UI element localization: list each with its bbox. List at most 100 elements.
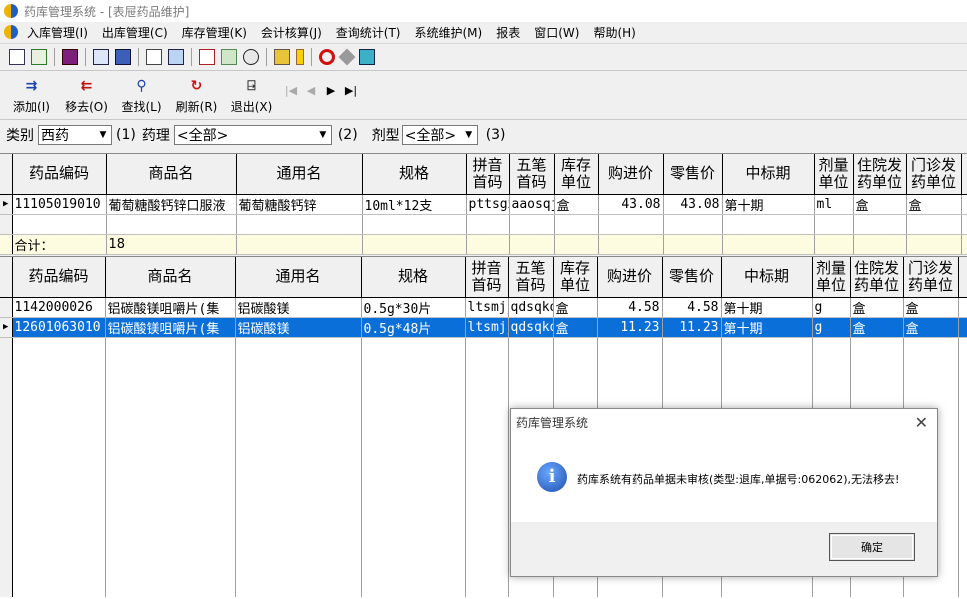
cell-dose-unit[interactable]: ml	[814, 194, 854, 215]
cell-outpatient-unit[interactable]: 盒	[906, 194, 962, 215]
cell-inpatient-unit[interactable]: 盒	[853, 194, 907, 215]
col-header-spec[interactable]: 规格	[361, 257, 466, 298]
cell-pinyin[interactable]: ltsmjjp	[465, 317, 509, 338]
check-doc-icon[interactable]	[31, 49, 47, 65]
cell-retail-price[interactable]: 4.58	[662, 297, 722, 318]
nav-first-icon[interactable]: |◀	[281, 84, 301, 97]
table-row-selected[interactable]: ▶ 12601063010 铝碳酸镁咀嚼片(集 铝碳酸镁 0.5g*48片 lt…	[0, 317, 967, 338]
col-header-pinyin[interactable]: 拼音首码	[465, 257, 509, 298]
cell-spec[interactable]: 0.5g*48片	[361, 317, 466, 338]
cell-generic[interactable]: 铝碳酸镁	[235, 297, 362, 318]
col-header-pinyin[interactable]: 拼音首码	[466, 154, 510, 195]
cell-pinyin[interactable]: pttsgxkfy	[466, 194, 510, 215]
cell-spec[interactable]: 0.5g*30片	[361, 297, 466, 318]
top-drug-grid[interactable]: 药品编码 商品名 通用名 规格 拼音首码 五笔首码 库存单位 购进价 零售价 中…	[0, 153, 967, 255]
col-header-stock-unit[interactable]: 库存单位	[553, 257, 598, 298]
col-header-outpatient-unit[interactable]: 门诊发药单位	[903, 257, 959, 298]
menu-inventory[interactable]: 库存管理(K)	[175, 24, 254, 41]
cell-wubi[interactable]: aaosqjs	[509, 194, 555, 215]
search-button[interactable]: ⚲ 查找(L)	[114, 74, 169, 115]
cell-code[interactable]: 12601063010	[12, 317, 106, 338]
book-icon[interactable]	[62, 49, 78, 65]
ok-button[interactable]: 确定	[829, 533, 915, 561]
menu-stock-out[interactable]: 出库管理(C)	[95, 24, 175, 41]
col-header-trade-name[interactable]: 商品名	[105, 257, 236, 298]
cell-spec[interactable]: 10ml*12支	[362, 194, 467, 215]
menu-stock-in[interactable]: 入库管理(I)	[20, 24, 95, 41]
cell-stock-unit[interactable]: 盒	[553, 297, 598, 318]
cell-k[interactable]	[958, 317, 967, 338]
cell-retail-price[interactable]: 43.08	[663, 194, 723, 215]
eraser-icon[interactable]	[338, 48, 356, 66]
col-header-buy-price[interactable]: 购进价	[597, 257, 663, 298]
cell-wubi[interactable]: qdsqkdt	[508, 297, 554, 318]
col-header-bid-period[interactable]: 中标期	[722, 154, 815, 195]
cell-outpatient-unit[interactable]: 盒	[903, 317, 959, 338]
table-row[interactable]: ▶ 11105019010 葡萄糖酸钙锌口服液 葡萄糖酸钙锌 10ml*12支 …	[0, 194, 967, 215]
col-header-retail-price[interactable]: 零售价	[663, 154, 723, 195]
cell-pinyin[interactable]: ltsmjjp	[465, 297, 509, 318]
col-header-k[interactable]: K/	[958, 257, 967, 298]
cell-inpatient-unit[interactable]: 盒	[850, 297, 904, 318]
col-header-wubi[interactable]: 五笔首码	[508, 257, 554, 298]
cell-buy-price[interactable]: 11.23	[597, 317, 663, 338]
tools-icon[interactable]	[221, 49, 237, 65]
cell-buy-price[interactable]: 4.58	[597, 297, 663, 318]
cell-bid-period[interactable]: 第十期	[722, 194, 815, 215]
table-row[interactable]	[0, 214, 967, 235]
remove-button[interactable]: ⇇ 移去(O)	[59, 74, 114, 115]
col-header-wubi[interactable]: 五笔首码	[509, 154, 555, 195]
cell-trade-name[interactable]: 铝碳酸镁咀嚼片(集	[105, 317, 236, 338]
magnifier-icon[interactable]	[243, 49, 259, 65]
cell-bid-period[interactable]: 第十期	[721, 297, 813, 318]
add-button[interactable]: ⇉ 添加(I)	[4, 74, 59, 115]
cell-stock-unit[interactable]: 盒	[554, 194, 599, 215]
menu-accounting[interactable]: 会计核算(J)	[254, 24, 329, 41]
col-header-bid-period[interactable]: 中标期	[721, 257, 813, 298]
close-icon[interactable]: ✕	[915, 413, 928, 432]
mdi-child-icon[interactable]	[4, 25, 18, 39]
cell-trade-name[interactable]: 葡萄糖酸钙锌口服液	[106, 194, 237, 215]
col-header-generic[interactable]: 通用名	[236, 154, 363, 195]
calculator-icon[interactable]	[199, 49, 215, 65]
cell-dose-unit[interactable]: g	[812, 317, 851, 338]
cell-wubi[interactable]: qdsqkdt	[508, 317, 554, 338]
clipboard-icon[interactable]	[93, 49, 109, 65]
close-window-icon[interactable]	[359, 49, 375, 65]
monitor-icon[interactable]	[115, 49, 131, 65]
menu-help[interactable]: 帮助(H)	[586, 24, 642, 41]
cell-code[interactable]: 11105019010	[12, 194, 107, 215]
cell-generic[interactable]: 葡萄糖酸钙锌	[236, 194, 363, 215]
cell-generic[interactable]: 铝碳酸镁	[235, 317, 362, 338]
col-header-buy-price[interactable]: 购进价	[598, 154, 664, 195]
cell-outpatient-unit[interactable]: 盒	[903, 297, 959, 318]
login-icon[interactable]	[9, 49, 25, 65]
nav-last-icon[interactable]: ▶|	[341, 84, 361, 97]
copy-icon[interactable]	[146, 49, 162, 65]
folder-icon[interactable]	[274, 49, 290, 65]
col-header-trade-name[interactable]: 商品名	[106, 154, 237, 195]
col-header-spec[interactable]: 规格	[362, 154, 467, 195]
menu-reports[interactable]: 报表	[489, 24, 527, 41]
col-header-stock-unit[interactable]: 库存单位	[554, 154, 599, 195]
menu-system[interactable]: 系统维护(M)	[408, 24, 490, 41]
col-header-retail-price[interactable]: 零售价	[662, 257, 722, 298]
cell-retail-price[interactable]: 11.23	[662, 317, 722, 338]
category-select[interactable]: 西药 ▼	[38, 125, 112, 145]
cell-bid-period[interactable]: 第十期	[721, 317, 813, 338]
form-select[interactable]: <全部> ▼	[401, 125, 478, 145]
cell-stock-unit[interactable]: 盒	[553, 317, 598, 338]
chevron-down-icon[interactable]: ▼	[95, 126, 111, 144]
cell-k[interactable]	[958, 297, 967, 318]
col-header-inpatient-unit[interactable]: 住院发药单位	[850, 257, 904, 298]
thermometer-icon[interactable]	[296, 49, 304, 65]
nav-prev-icon[interactable]: ◀	[301, 84, 321, 97]
cell-trade-name[interactable]: 铝碳酸镁咀嚼片(集	[105, 297, 236, 318]
exit-button[interactable]: ⍈ 退出(X)	[224, 74, 279, 115]
cell-buy-price[interactable]: 43.08	[598, 194, 664, 215]
cell-inpatient-unit[interactable]: 盒	[850, 317, 904, 338]
cell-code[interactable]: 1142000026	[12, 297, 106, 318]
chevron-down-icon[interactable]: ▼	[315, 126, 331, 144]
table-icon[interactable]	[168, 49, 184, 65]
table-row[interactable]: 1142000026 铝碳酸镁咀嚼片(集 铝碳酸镁 0.5g*30片 ltsmj…	[0, 297, 967, 318]
